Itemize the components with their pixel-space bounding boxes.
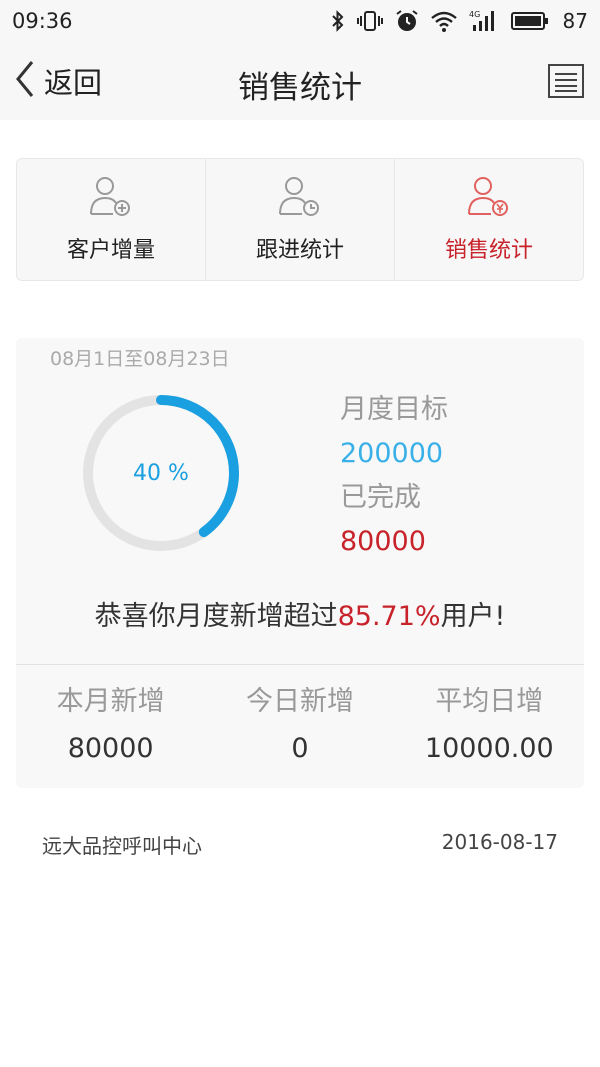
congrats-percent: 85.71% [337,601,441,632]
progress-percent: 40 % [133,460,189,486]
goal-value: 200000 [340,438,444,469]
bluetooth-icon [331,10,345,32]
progress-ring: 40 % [80,392,242,554]
list-icon [548,64,584,102]
sales-stats-card: 08月1日至08月23日 40 % 月度目标 200000 已完成 80000 … [16,338,584,788]
tab-label: 跟进统计 [255,237,344,263]
chevron-left-icon [14,59,36,103]
status-time: 09:36 [12,9,73,33]
vibrate-icon [356,10,383,32]
battery-icon [510,11,549,31]
tab-followup-stats[interactable]: 跟进统计 [206,159,395,280]
tab-sales-stats[interactable]: 销售统计 [395,159,583,280]
congrats-suffix: 用户! [440,601,506,632]
footer-date: 2016-08-17 [441,830,558,854]
org-name: 远大品控呼叫中心 [42,834,202,858]
metric-label: 平均日增 [435,686,544,717]
metric-month-new: 本月新增 80000 [16,678,205,772]
status-bar: 09:36 4G 87 [0,0,600,42]
back-label: 返回 [44,66,103,100]
nav-bar: 返回 销售统计 [0,42,600,120]
done-label: 已完成 [340,482,421,513]
metric-today-new: 今日新增 0 [205,678,394,772]
footer: 远大品控呼叫中心 2016-08-17 [42,830,558,859]
metric-value: 80000 [67,733,154,764]
svg-text:4G: 4G [469,10,480,19]
metric-value: 10000.00 [424,733,554,764]
status-icons: 4G 87 [331,9,588,33]
metric-label: 今日新增 [245,686,354,717]
battery-level: 87 [562,9,588,33]
metric-label: 本月新增 [56,686,165,717]
back-button[interactable]: 返回 [14,42,102,120]
list-menu-button[interactable] [548,64,584,98]
goal-label: 月度目标 [340,394,448,425]
congrats-message: 恭喜你月度新增超过85.71%用户! [16,594,584,633]
tab-label: 销售统计 [444,237,533,263]
done-value: 80000 [340,526,426,557]
user-yen-icon [467,176,511,220]
stat-tabs: 客户增量 跟进统计 销售统计 [16,158,584,281]
metric-value: 0 [291,733,309,764]
user-clock-icon [278,176,322,220]
wifi-icon [430,10,457,32]
tab-customer-increment[interactable]: 客户增量 [17,159,206,280]
divider [16,664,584,665]
date-range: 08月1日至08月23日 [50,348,230,370]
alarm-icon [395,9,419,33]
congrats-prefix: 恭喜你月度新增超过 [94,601,338,632]
metric-daily-average: 平均日增 10000.00 [395,678,584,772]
tab-label: 客户增量 [66,237,155,263]
target-summary: 月度目标 200000 已完成 80000 [340,388,448,564]
metrics-row: 本月新增 80000 今日新增 0 平均日增 10000.00 [16,678,584,772]
signal-4g-icon: 4G [469,9,499,33]
user-add-icon [89,176,133,220]
